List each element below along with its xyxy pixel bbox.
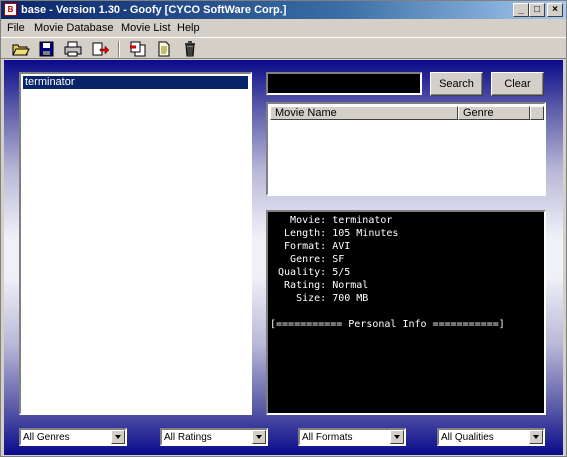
quality-filter-value: All Qualities — [441, 432, 494, 443]
main-panel: terminator Search Clear Movie Name Genre… — [4, 60, 563, 455]
new-document-icon[interactable] — [155, 41, 173, 57]
results-grid[interactable]: Movie Name Genre — [266, 102, 546, 196]
genre-filter-select[interactable]: All Genres — [19, 428, 127, 446]
menu-bar: File Movie Database Movie List Help — [1, 20, 566, 37]
maximize-button[interactable]: □ — [529, 3, 545, 17]
info-line-personal-info: [=========== Personal Info ===========] — [270, 319, 505, 330]
chevron-down-icon[interactable] — [111, 430, 125, 444]
menu-help[interactable]: Help — [177, 22, 200, 34]
column-header-genre[interactable]: Genre — [458, 106, 530, 120]
info-line-rating: Rating: Normal — [272, 280, 369, 291]
chevron-down-icon[interactable] — [252, 430, 266, 444]
title-bar[interactable]: B base - Version 1.30 - Goofy [CYCO Soft… — [1, 1, 566, 19]
toolbar-separator — [118, 41, 120, 57]
format-filter-select[interactable]: All Formats — [298, 428, 406, 446]
info-line-size: Size: 700 MB — [272, 293, 369, 304]
movie-info-panel: Movie: terminator Length: 105 Minutes Fo… — [266, 210, 546, 415]
export-icon[interactable] — [91, 41, 109, 57]
print-icon[interactable] — [64, 41, 82, 57]
search-input[interactable] — [266, 72, 422, 95]
open-folder-icon[interactable] — [12, 41, 30, 57]
menu-file[interactable]: File — [7, 22, 25, 34]
menu-movie-database[interactable]: Movie Database — [34, 22, 114, 34]
window-title: base - Version 1.30 - Goofy [CYCO SoftWa… — [21, 4, 287, 16]
save-icon[interactable] — [38, 41, 56, 57]
delete-copy-icon[interactable] — [129, 41, 147, 57]
search-button[interactable]: Search — [430, 72, 483, 96]
app-window: B base - Version 1.30 - Goofy [CYCO Soft… — [0, 0, 567, 457]
movie-list[interactable]: terminator — [19, 72, 252, 415]
rating-filter-select[interactable]: All Ratings — [160, 428, 268, 446]
rating-filter-value: All Ratings — [164, 432, 212, 443]
quality-filter-select[interactable]: All Qualities — [437, 428, 545, 446]
close-button[interactable]: × — [547, 3, 563, 17]
info-line-movie: Movie: terminator — [272, 215, 393, 226]
format-filter-value: All Formats — [302, 432, 353, 443]
genre-filter-value: All Genres — [23, 432, 70, 443]
toolbar — [1, 37, 566, 59]
movie-list-item-selected[interactable]: terminator — [23, 76, 248, 89]
column-header-spacer — [530, 106, 544, 120]
clear-button[interactable]: Clear — [491, 72, 544, 96]
info-line-format: Format: AVI — [272, 241, 351, 252]
minimize-button[interactable]: _ — [513, 3, 529, 17]
app-icon[interactable]: B — [4, 3, 17, 16]
menu-movie-list[interactable]: Movie List — [121, 22, 171, 34]
info-line-genre: Genre: SF — [272, 254, 345, 265]
column-header-movie-name[interactable]: Movie Name — [270, 106, 458, 120]
info-line-length: Length: 105 Minutes — [272, 228, 399, 239]
chevron-down-icon[interactable] — [529, 430, 543, 444]
trash-icon[interactable] — [181, 41, 199, 57]
chevron-down-icon[interactable] — [390, 430, 404, 444]
info-line-quality: Quality: 5/5 — [272, 267, 351, 278]
